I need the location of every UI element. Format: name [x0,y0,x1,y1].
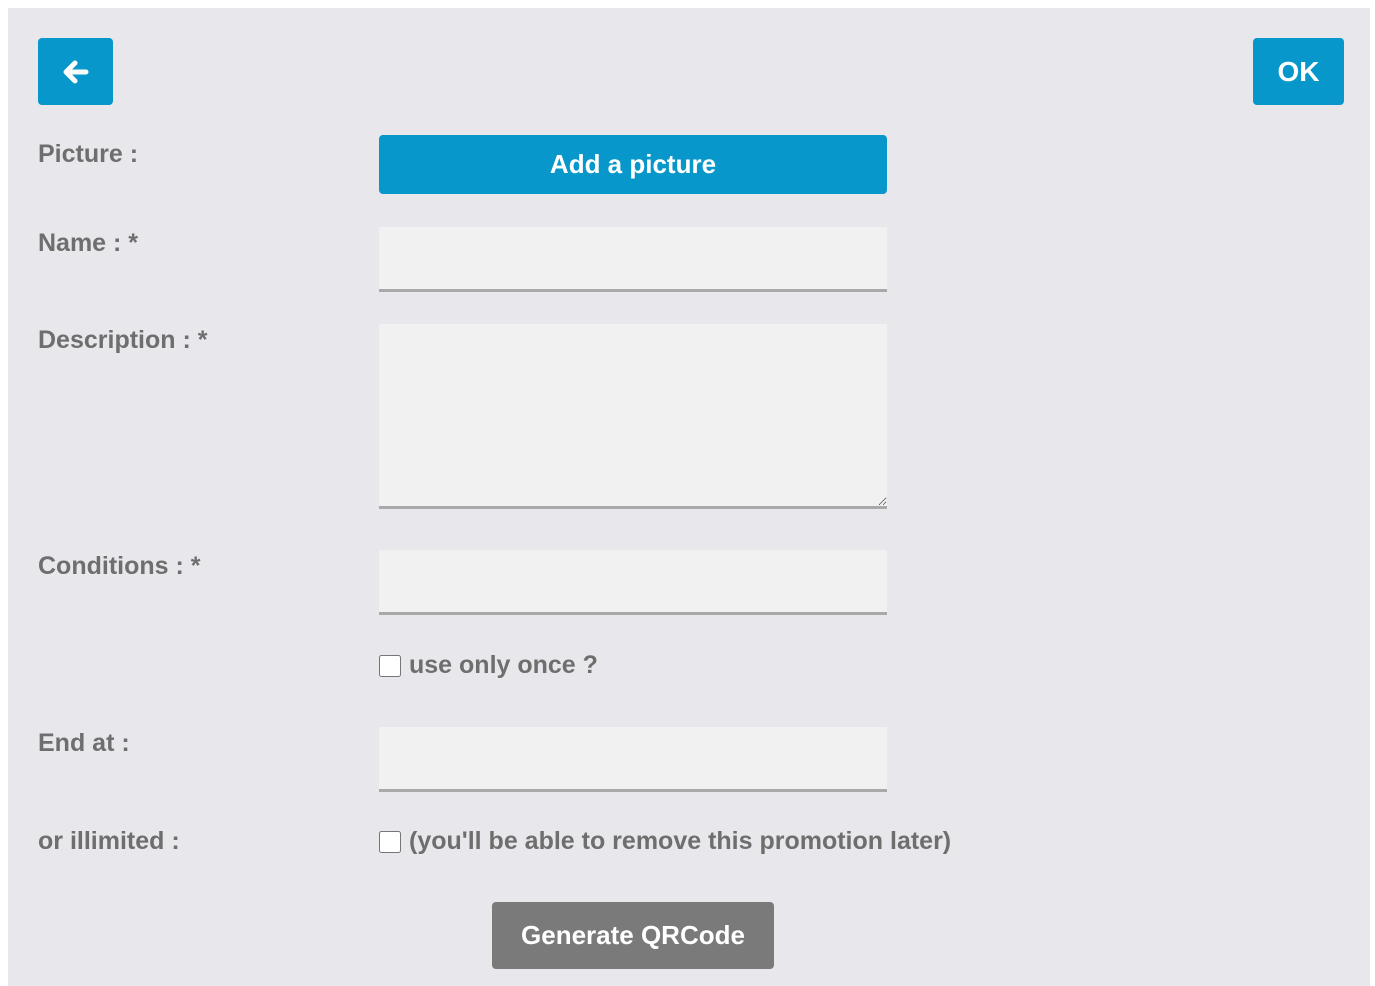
conditions-label: Conditions : * [38,552,201,580]
use-once-label: use only once ? [409,651,598,679]
unlimited-option[interactable]: (you'll be able to remove this promotion… [379,827,951,856]
promotion-form-panel: OK Picture : Add a picture Name : * Desc… [8,8,1370,986]
end-at-label: End at : [38,729,130,757]
add-picture-button[interactable]: Add a picture [379,135,887,194]
use-once-option[interactable]: use only once ? [379,651,598,680]
use-once-checkbox[interactable] [379,654,401,677]
name-input[interactable] [379,227,887,292]
end-at-input[interactable] [379,727,887,792]
conditions-input[interactable] [379,550,887,615]
generate-qrcode-button[interactable]: Generate QRCode [492,902,774,969]
unlimited-label: or illimited : [38,827,180,855]
unlimited-checkbox[interactable] [379,830,401,853]
description-textarea[interactable] [379,324,887,509]
back-button[interactable] [38,38,113,105]
picture-label: Picture : [38,140,139,168]
unlimited-text: (you'll be able to remove this promotion… [409,827,952,855]
name-label: Name : * [38,229,139,257]
ok-button[interactable]: OK [1253,38,1344,105]
description-label: Description : * [38,326,208,354]
arrow-left-icon [63,60,88,83]
